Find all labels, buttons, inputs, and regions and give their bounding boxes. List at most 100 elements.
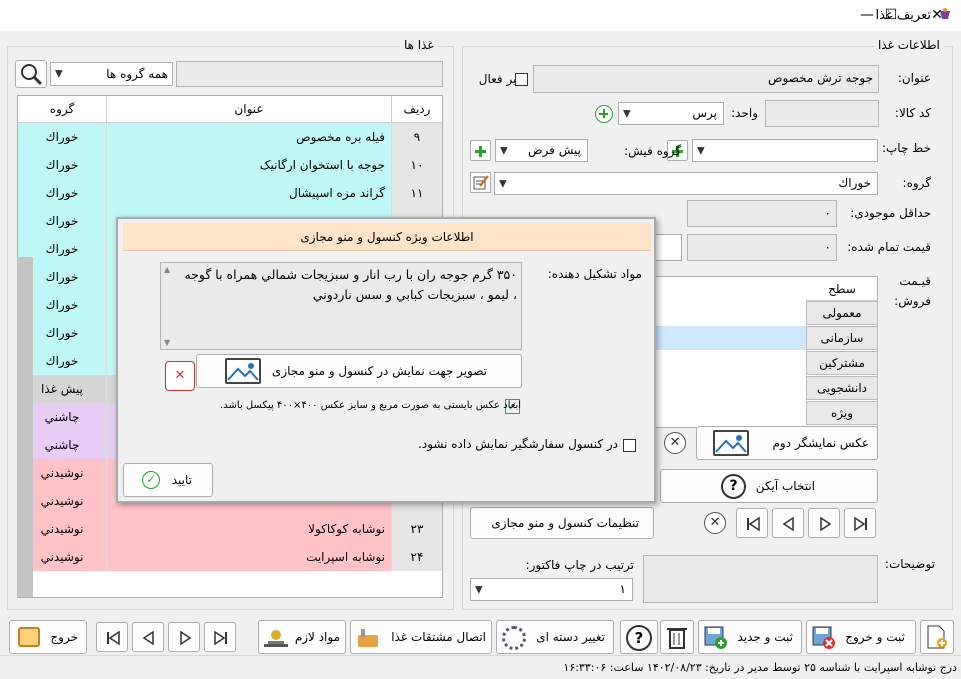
min-stock-field[interactable]: ۰ [687,200,837,227]
console-image-button[interactable]: تصویر جهت نمایش در کنسول و منو مجازی [196,354,522,388]
next-button[interactable] [808,508,840,538]
chevron-down-icon: ▼ [55,68,63,80]
scale-icon [264,629,288,647]
clear-image-icon[interactable]: ✕ [165,361,195,391]
last-button[interactable] [844,508,876,538]
link-derivatives-label: اتصال مشتقات غذا [391,630,486,644]
group-filter-combo[interactable]: ▼ همه گروه ها [50,62,173,86]
group-combo[interactable]: ▼ خوراك [494,172,878,195]
second-display-image-button[interactable]: عکس نمایشگر دوم [696,426,878,460]
invoice-order-combo[interactable]: ▼ ۱ [470,578,633,601]
requirements-label: مواد لازم [294,630,340,644]
column-header-title[interactable]: عنوان [106,96,391,123]
table-row[interactable]: نوشيدني نوشابه اسپرایت ۲۴ [18,543,442,571]
maximize-button[interactable]: ☐ [868,0,914,31]
bottom-first-button[interactable] [96,622,128,652]
cost-label: قیمت تمام شده: [847,240,931,254]
price-cell-selected[interactable] [656,326,806,350]
row-number-cell: ۲۳ [391,515,442,543]
console-settings-label: تنظیمات کنسول و منو مجازی [491,516,639,530]
first-icon [747,516,760,532]
exit-button[interactable]: خروج [9,620,87,654]
close-button[interactable]: ✕ [914,0,960,31]
cost-extra-field[interactable] [655,234,682,261]
product-code-label: کد کالا: [894,106,931,120]
exit-label: خروج [50,630,78,644]
unit-combo[interactable]: ▼ پرس [618,102,724,125]
last-icon [854,516,867,532]
notes-field[interactable] [643,555,878,603]
bottom-next-button[interactable] [168,622,200,652]
cost-field[interactable]: ۰ [687,234,837,261]
ok-button[interactable]: ✓ تایید [123,463,213,497]
choose-icon-button[interactable]: ? انتخاب آیکن [660,469,878,503]
previous-icon [782,516,794,532]
requirements-button[interactable]: مواد لازم [258,620,346,654]
chevron-down-icon: ▼ [475,584,483,595]
price-row: ویژه [806,401,878,425]
first-button[interactable] [736,508,768,538]
table-scroll-area[interactable] [17,257,33,597]
dialog-title: اطلاعات ویژه کنسول و منو مجازی [123,223,651,251]
group-filter-value: همه گروه ها [106,67,168,81]
food-info-group-title: اطلاعات غذا [874,38,944,52]
table-row[interactable]: نوشيدني نوشابه کوکاکولا ۲۳ [18,515,442,543]
row-title-cell: نوشابه کوکاکولا [106,515,391,543]
save-exit-button[interactable]: ثبت و خروج [806,620,916,654]
help-button[interactable]: ? [620,620,658,654]
save-new-button[interactable]: ثبت و جدید [698,620,802,654]
food-icon [356,627,380,649]
print-line-combo[interactable]: ▼ [692,139,878,162]
image-note: ابعاد عکس بایستی به صورت مربع و سایز عکس… [220,400,521,411]
table-row[interactable]: خوراك جوجه با استخوان ارگانیک ۱۰ [18,151,442,179]
save-exit-label: ثبت و خروج [845,630,905,644]
edit-group-icon[interactable] [470,172,491,193]
console-settings-button[interactable]: تنظیمات کنسول و منو مجازی [470,507,654,539]
image-icon [713,430,749,456]
row-number-cell: ۲۴ [391,543,442,571]
delete-button[interactable] [660,620,694,654]
add-receipt-group-button[interactable] [470,140,491,161]
column-header-group[interactable]: گروه [18,96,106,123]
group-label: گروه: [902,176,931,190]
previous-button[interactable] [772,508,804,538]
textarea-scroll-down[interactable]: ▼ [164,338,170,347]
hide-in-console-checkbox[interactable] [623,439,636,452]
foods-group-title: غذا ها [400,38,438,52]
product-code-field[interactable] [765,100,879,127]
inactive-checkbox[interactable] [515,73,528,86]
save-close-icon [812,626,836,650]
unit-value: پرس [692,106,717,120]
search-icon [21,64,43,86]
new-document-button[interactable] [920,620,954,654]
clear-second-display-icon[interactable]: ✕ [664,432,686,454]
chevron-down-icon: ▼ [500,145,508,156]
bottom-last-button[interactable] [204,622,236,652]
table-row[interactable]: خوراك گراند مزه اسپیشال ۱۱ [18,179,442,207]
unit-label: واحد: [731,106,758,120]
print-line-label: خط چاپ: [881,141,931,155]
choose-icon-label: انتخاب آیکن [755,479,815,493]
ingredients-textarea[interactable]: ▲ ▼ ۳۵۰ گرم جوجه ران با رب انار و سبزیجا… [160,262,522,350]
search-input[interactable] [176,61,443,87]
clear-nav-icon[interactable]: ✕ [704,512,726,534]
title-field[interactable]: جوجه ترش مخصوص [533,65,879,93]
link-derivatives-button[interactable]: اتصال مشتقات غذا [350,620,492,654]
price-table[interactable]: سطح معمولی سازمانی مشترکین دانشجویی ویژه [655,276,878,428]
receipt-group-combo[interactable]: ▼ پیش فرض [495,139,588,162]
table-row[interactable]: خوراك فیله بره مخصوص ۹ [18,123,442,151]
row-group-cell: خوراك [18,207,106,235]
row-number-cell: ۱۱ [391,179,442,207]
row-title-cell: نوشابه اسپرایت [106,543,391,571]
textarea-scroll-up[interactable]: ▲ [164,265,170,274]
bottom-previous-button[interactable] [132,622,164,652]
invoice-order-label: ترتیب در چاپ فاکتور: [525,558,634,572]
column-header-row[interactable]: ردیف [391,96,442,123]
change-batch-button[interactable]: تغییر دسته ای [496,620,614,654]
help-icon: ? [721,474,746,499]
search-button[interactable] [15,60,47,88]
price-row: سازمانی [806,326,878,350]
chevron-down-icon: ▼ [499,178,507,189]
add-unit-icon[interactable] [595,105,613,123]
invoice-order-value: ۱ [619,582,626,596]
